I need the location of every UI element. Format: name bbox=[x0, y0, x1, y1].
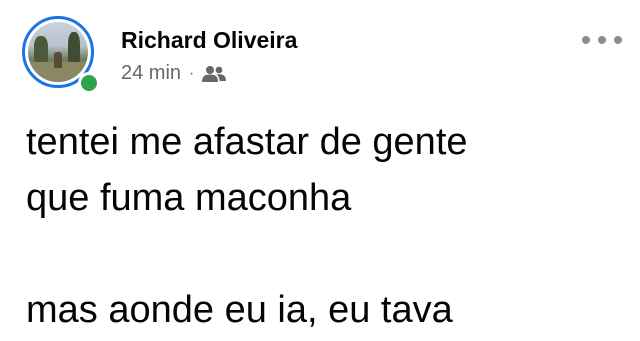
friends-icon[interactable] bbox=[201, 65, 227, 83]
post-text-line: mas aonde eu ia, eu tava bbox=[26, 289, 453, 331]
more-options-icon[interactable] bbox=[582, 30, 622, 50]
more-dot bbox=[582, 36, 590, 44]
post-text-line: tentei me afastar de gente bbox=[26, 121, 468, 163]
post-text-blank-line bbox=[26, 226, 468, 282]
post-text-line: que fuma maconha bbox=[26, 177, 352, 219]
more-dot bbox=[598, 36, 606, 44]
facebook-post: Richard Oliveira 24 min · tentei me afas… bbox=[0, 0, 640, 341]
profile-photo bbox=[28, 22, 88, 82]
post-meta: 24 min · bbox=[121, 62, 227, 85]
post-timestamp[interactable]: 24 min bbox=[121, 62, 181, 85]
more-dot bbox=[614, 36, 622, 44]
avatar[interactable] bbox=[22, 16, 100, 94]
post-body: tentei me afastar de gente que fuma maco… bbox=[26, 114, 468, 338]
meta-separator: · bbox=[189, 64, 195, 82]
online-status-icon bbox=[78, 72, 100, 94]
author-name[interactable]: Richard Oliveira bbox=[121, 27, 297, 54]
